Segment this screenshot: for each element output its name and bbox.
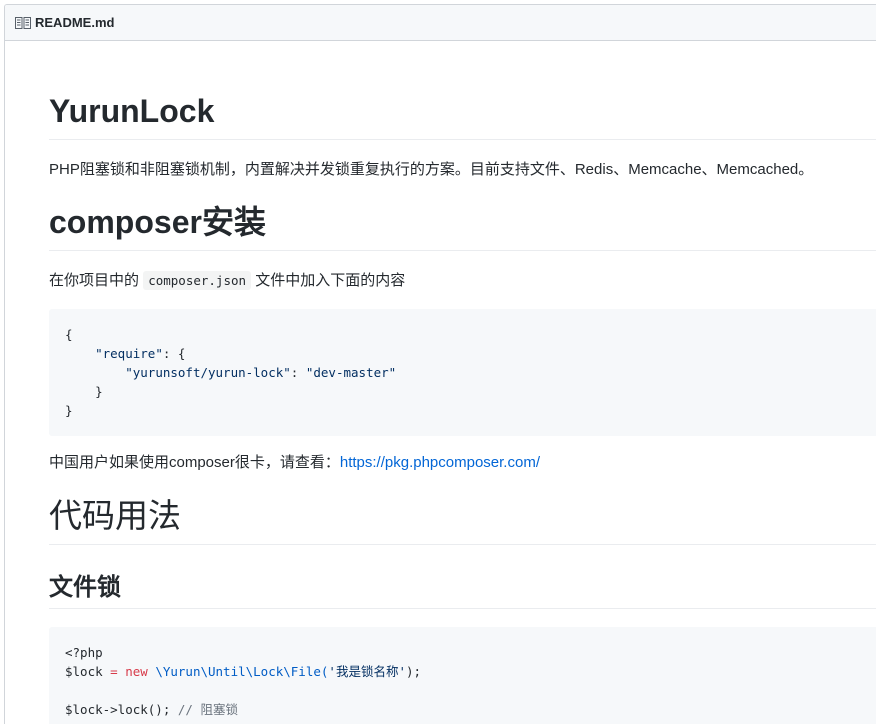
code-line: <?php [65,645,103,661]
code-string: '我是锁名称' [328,664,406,680]
install-prefix: 在你项目中的 [49,272,140,289]
file-title[interactable]: README.md [35,15,114,30]
heading-usage: 代码用法 [49,473,876,546]
install-suffix: 文件中加入下面的内容 [255,272,406,289]
code-key: "require" [95,346,163,361]
code-comment: // 阻塞锁 [177,702,238,718]
cn-users-note: 中国用户如果使用composer很卡，请查看：https://pkg.phpco… [49,436,876,473]
code-line: } [65,403,73,418]
code-var: $lock [65,664,103,680]
markdown-body: YurunLock PHP阻塞锁和非阻塞锁机制，内置解决并发锁重复执行的方案。目… [5,41,876,724]
code-operator: = [102,664,126,680]
heading-yurunlock: YurunLock [49,41,876,140]
php-code-block: <?php $lock = new \Yurun\Until\Lock\File… [49,627,876,724]
cn-users-text: 中国用户如果使用composer很卡，请查看： [49,454,340,471]
heading-composer-install: composer安装 [49,180,876,251]
code-key: "yurunsoft/yurun-lock" [125,365,291,380]
composer-json-code: composer.json [143,271,252,290]
code-keyword: new [125,664,148,680]
code-punct: : { [162,346,186,361]
code-punct: ); [405,664,422,680]
phpcomposer-link[interactable]: https://pkg.phpcomposer.com/ [340,454,540,471]
file-header: README.md [5,5,876,41]
install-instruction: 在你项目中的 composer.json 文件中加入下面的内容 [49,251,876,291]
readme-container: README.md YurunLock PHP阻塞锁和非阻塞锁机制，内置解决并发… [4,4,876,724]
code-line: { [65,327,73,342]
book-icon [15,16,31,29]
json-code-block: { "require": { "yurunsoft/yurun-lock": "… [49,309,876,436]
code-class: \Yurun\Until\Lock\File( [147,664,329,680]
code-line: } [65,384,103,399]
code-punct: : [290,365,306,380]
heading-file-lock: 文件锁 [49,545,876,610]
description-text: PHP阻塞锁和非阻塞锁机制，内置解决并发锁重复执行的方案。目前支持文件、Redi… [49,161,814,178]
code-line: $lock->lock(); [65,702,178,718]
code-value: "dev-master" [305,365,397,380]
